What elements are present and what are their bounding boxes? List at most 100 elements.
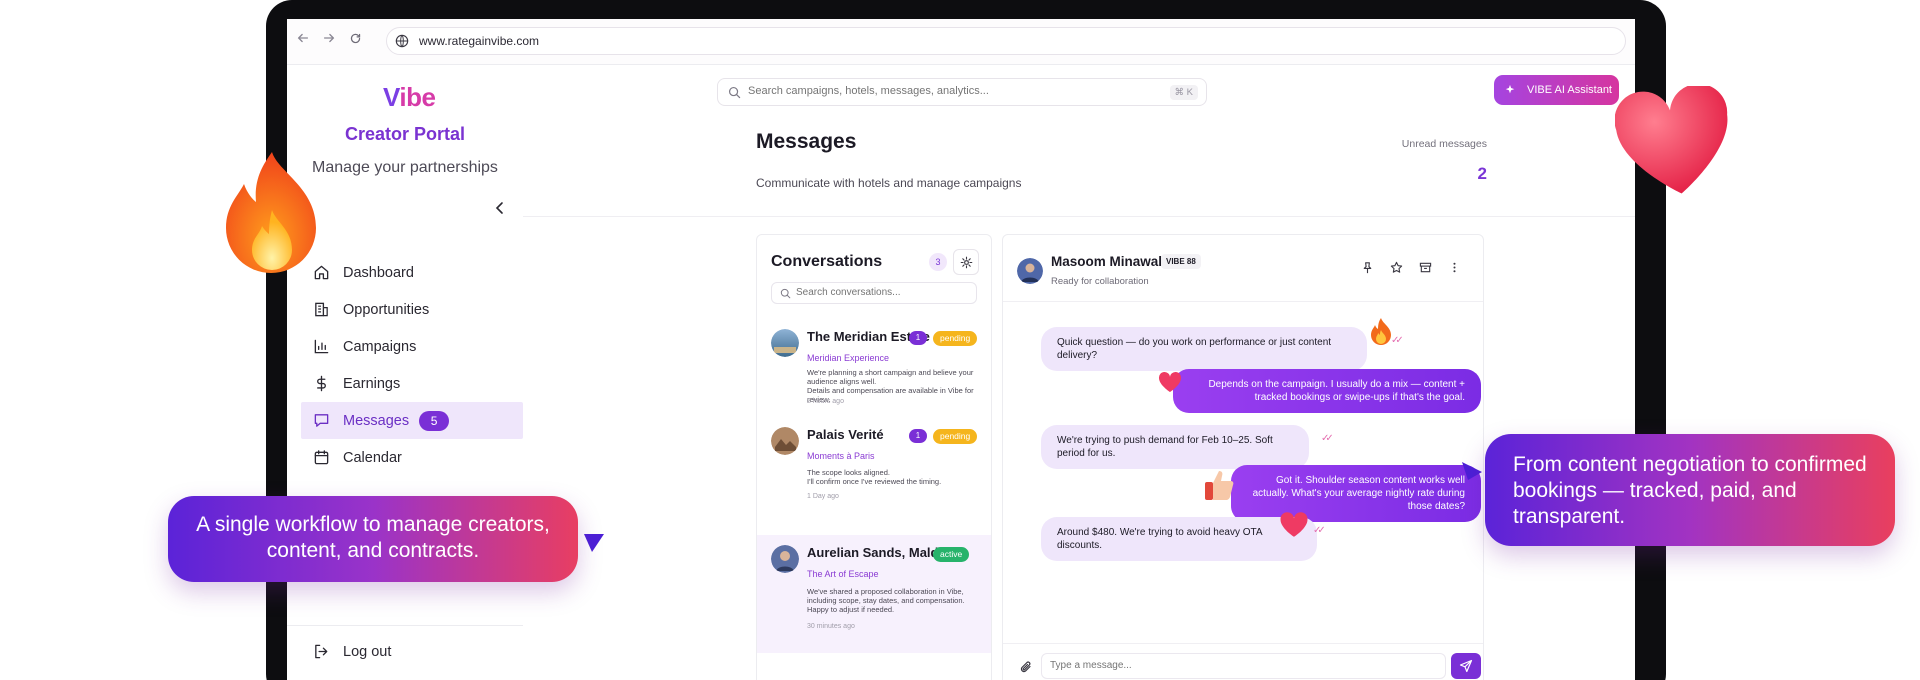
status-badge: pending — [933, 331, 978, 346]
conversation-time: 1 Day ago — [807, 493, 839, 500]
sidebar-item-opportunities[interactable]: Opportunities — [301, 291, 523, 328]
sidebar-item-earnings[interactable]: Earnings — [301, 365, 523, 402]
sidebar-item-messages[interactable]: Messages 5 — [301, 402, 523, 439]
ai-assistant-button[interactable]: VIBE AI Assistant — [1494, 75, 1619, 105]
page-subtitle: Communicate with hotels and manage campa… — [756, 176, 1022, 190]
paperclip-icon[interactable] — [1019, 660, 1033, 674]
conversations-search-input[interactable] — [796, 287, 966, 298]
gear-icon — [960, 256, 973, 269]
search-icon — [780, 288, 791, 299]
conversation-campaign: Moments à Paris — [807, 451, 875, 461]
message-input[interactable] — [1050, 660, 1430, 671]
sidebar-item-label: Calendar — [343, 449, 402, 466]
avatar — [771, 329, 799, 357]
conversations-settings-button[interactable] — [953, 249, 979, 275]
sidebar: Vibe Creator Portal Manage your partners… — [287, 65, 523, 680]
read-receipt-icon: ✓✓ — [1321, 433, 1334, 444]
search-input[interactable] — [748, 85, 1128, 97]
address-bar[interactable]: www.rategainvibe.com — [386, 27, 1626, 55]
ai-assistant-label: VIBE AI Assistant — [1527, 84, 1612, 96]
global-search[interactable]: ⌘ K — [717, 78, 1207, 106]
unread-badge: 1 — [909, 331, 927, 345]
arrow-left-icon[interactable] — [293, 31, 313, 51]
conversations-title: Conversations — [771, 253, 883, 270]
logout-label: Log out — [343, 643, 392, 660]
conversation-campaign: Meridian Experience — [807, 353, 890, 363]
send-button[interactable] — [1451, 653, 1481, 679]
heart-reaction-icon — [1158, 371, 1182, 392]
conversation-time: 2 hours ago — [807, 398, 844, 405]
messages-count-badge: 5 — [419, 410, 450, 431]
more-vertical-icon[interactable] — [1448, 261, 1461, 274]
sidebar-divider — [287, 625, 523, 626]
logo-v: V — [383, 82, 400, 112]
message-icon — [314, 414, 329, 427]
sidebar-menu: Dashboard Opportunities Campaigns Earnin… — [301, 254, 523, 476]
conversation-campaign: The Art of Escape — [807, 569, 879, 579]
building-icon — [315, 302, 328, 317]
conversations-search[interactable] — [771, 282, 977, 304]
sidebar-item-calendar[interactable]: Calendar — [301, 439, 523, 476]
conversation-name: Palais Verité — [807, 427, 884, 442]
heart-emoji-icon — [1615, 86, 1728, 194]
conversation-item-palais[interactable]: Palais Verité 1 pending Moments à Paris … — [757, 413, 991, 531]
avatar — [771, 427, 799, 455]
sidebar-item-label: Campaigns — [343, 338, 417, 355]
logout-button[interactable]: Log out — [313, 643, 391, 660]
conversation-preview: We've shared a proposed collaboration in… — [807, 587, 965, 614]
bar-chart-icon — [314, 339, 329, 354]
thumbs-up-reaction-icon — [1205, 471, 1234, 500]
callout-bookings: From content negotiation to confirmed bo… — [1485, 434, 1895, 546]
pin-icon[interactable] — [1361, 261, 1374, 274]
conversations-count-badge: 3 — [929, 253, 947, 271]
star-icon[interactable] — [1390, 261, 1403, 274]
chat-contact-status: Ready for collaboration — [1051, 276, 1149, 287]
avatar — [1017, 258, 1043, 284]
portal-title: Creator Portal — [344, 124, 466, 144]
pointer-arrow-icon — [584, 534, 604, 552]
url-text: www.rategainvibe.com — [419, 34, 540, 48]
sidebar-item-label: Opportunities — [343, 301, 430, 318]
header-divider — [523, 216, 1635, 217]
sidebar-item-campaigns[interactable]: Campaigns — [301, 328, 523, 365]
conversation-preview: The scope looks aligned. I'll confirm on… — [807, 468, 942, 486]
heart-reaction-icon — [1280, 512, 1308, 537]
portal-tagline: Manage your partnerships — [312, 159, 498, 176]
sparkle-icon — [1505, 84, 1515, 94]
unread-label: Unread messages — [1401, 138, 1487, 150]
composer-divider — [1003, 643, 1483, 644]
chat-message-incoming: We're trying to push demand for Feb 10–2… — [1041, 425, 1309, 469]
browser-toolbar: www.rategainvibe.com — [287, 19, 1635, 65]
chat-message-outgoing: Got it. Shoulder season content works we… — [1231, 465, 1481, 522]
arrow-right-icon[interactable] — [319, 31, 339, 51]
globe-icon — [395, 34, 409, 48]
marketing-stage: www.rategainvibe.com Vibe Creator Portal… — [0, 0, 1920, 680]
callout-workflow: A single workflow to manage creators, co… — [168, 496, 578, 582]
sidebar-item-label: Dashboard — [343, 264, 414, 281]
avatar — [771, 545, 799, 573]
chat-actions — [1361, 261, 1461, 274]
read-receipt-icon: ✓✓ — [1313, 525, 1326, 536]
fire-reaction-icon — [1371, 318, 1391, 345]
conversation-item-aurelian[interactable]: Aurelian Sands, Maldives active The Art … — [757, 535, 991, 653]
sidebar-item-dashboard[interactable]: Dashboard — [301, 254, 523, 291]
vibe-logo[interactable]: Vibe — [383, 82, 436, 113]
calendar-icon — [314, 450, 329, 465]
message-composer[interactable] — [1041, 653, 1446, 679]
chat-message-incoming: Around $480. We're trying to avoid heavy… — [1041, 517, 1317, 561]
chat-message-outgoing: Depends on the campaign. I usually do a … — [1173, 369, 1481, 413]
reload-icon[interactable] — [345, 31, 365, 51]
pointer-arrow-icon — [1462, 462, 1482, 480]
chevron-left-icon[interactable] — [492, 200, 508, 216]
chat-header-divider — [1003, 301, 1483, 302]
fire-emoji-icon — [226, 152, 316, 273]
status-badge: pending — [933, 429, 978, 444]
conversation-time: 30 minutes ago — [807, 623, 855, 630]
unread-badge: 1 — [909, 429, 927, 443]
logout-icon — [315, 644, 328, 659]
search-icon — [728, 86, 741, 99]
archive-icon[interactable] — [1419, 261, 1432, 274]
page-title: Messages — [756, 130, 857, 153]
sidebar-item-label: Earnings — [343, 375, 401, 392]
conversations-panel: Conversations 3 The Meridian Estate 1 pe… — [756, 234, 992, 680]
